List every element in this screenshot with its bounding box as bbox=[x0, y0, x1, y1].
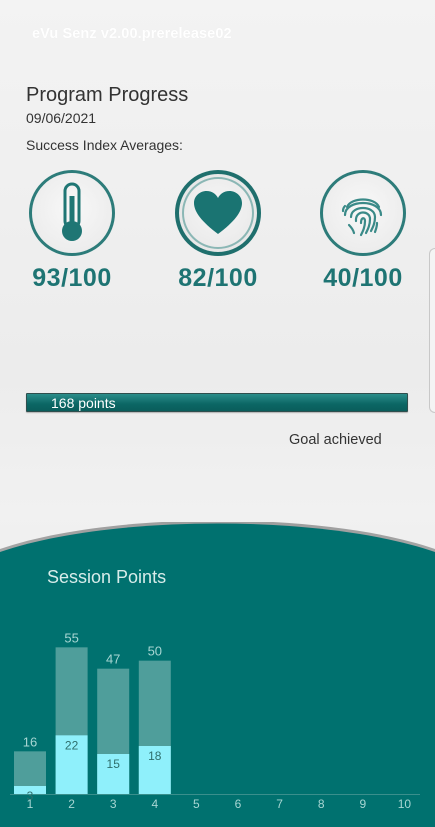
x-tick-label-8: 8 bbox=[318, 797, 325, 811]
section-label: Success Index Averages: bbox=[26, 137, 183, 153]
x-tick-label-1: 1 bbox=[27, 797, 34, 811]
app-title: eVu Senz v2.00.prerelease02 bbox=[32, 26, 232, 42]
x-tick-label-3: 3 bbox=[110, 797, 117, 811]
x-tick-label-10: 10 bbox=[398, 797, 412, 811]
x-tick-label-9: 9 bbox=[359, 797, 366, 811]
x-tick-label-4: 4 bbox=[151, 797, 158, 811]
fingerprint-icon bbox=[320, 170, 406, 256]
page-title: Program Progress bbox=[26, 84, 189, 106]
bar-session-label-2: 22 bbox=[65, 738, 79, 752]
session-points-title: Session Points bbox=[47, 567, 167, 587]
bar-session-label-4: 18 bbox=[148, 749, 162, 763]
x-tick-label-6: 6 bbox=[235, 797, 242, 811]
page-date: 09/06/2021 bbox=[26, 110, 97, 126]
x-tick-label-2: 2 bbox=[68, 797, 75, 811]
thermometer-icon bbox=[29, 170, 115, 256]
metric-value: 40/100 bbox=[323, 264, 403, 292]
bar-total-label-1: 16 bbox=[23, 734, 37, 749]
metric-fingerprint: 40/100 bbox=[308, 170, 418, 293]
goal-status: Goal achieved bbox=[289, 432, 382, 448]
metric-temperature: 93/100 bbox=[17, 170, 127, 293]
points-progress-bar: 168 points bbox=[26, 393, 408, 412]
bar-total-label-4: 50 bbox=[148, 644, 162, 659]
bar-session-label-3: 15 bbox=[107, 757, 121, 771]
x-tick-label-5: 5 bbox=[193, 797, 200, 811]
metric-value: 82/100 bbox=[178, 264, 258, 292]
scrollbar[interactable] bbox=[429, 248, 435, 413]
x-tick-label-7: 7 bbox=[276, 797, 283, 811]
heart-icon bbox=[175, 170, 261, 256]
bar-total-label-2: 55 bbox=[64, 630, 78, 645]
metric-value: 93/100 bbox=[32, 264, 112, 292]
bar-total-label-3: 47 bbox=[106, 652, 120, 667]
progress-label: 168 points bbox=[51, 395, 116, 411]
metric-heart: 82/100 bbox=[163, 170, 273, 293]
session-points-chart: 1631552224715350184 5 6 7 8 9 10 bbox=[10, 630, 420, 811]
